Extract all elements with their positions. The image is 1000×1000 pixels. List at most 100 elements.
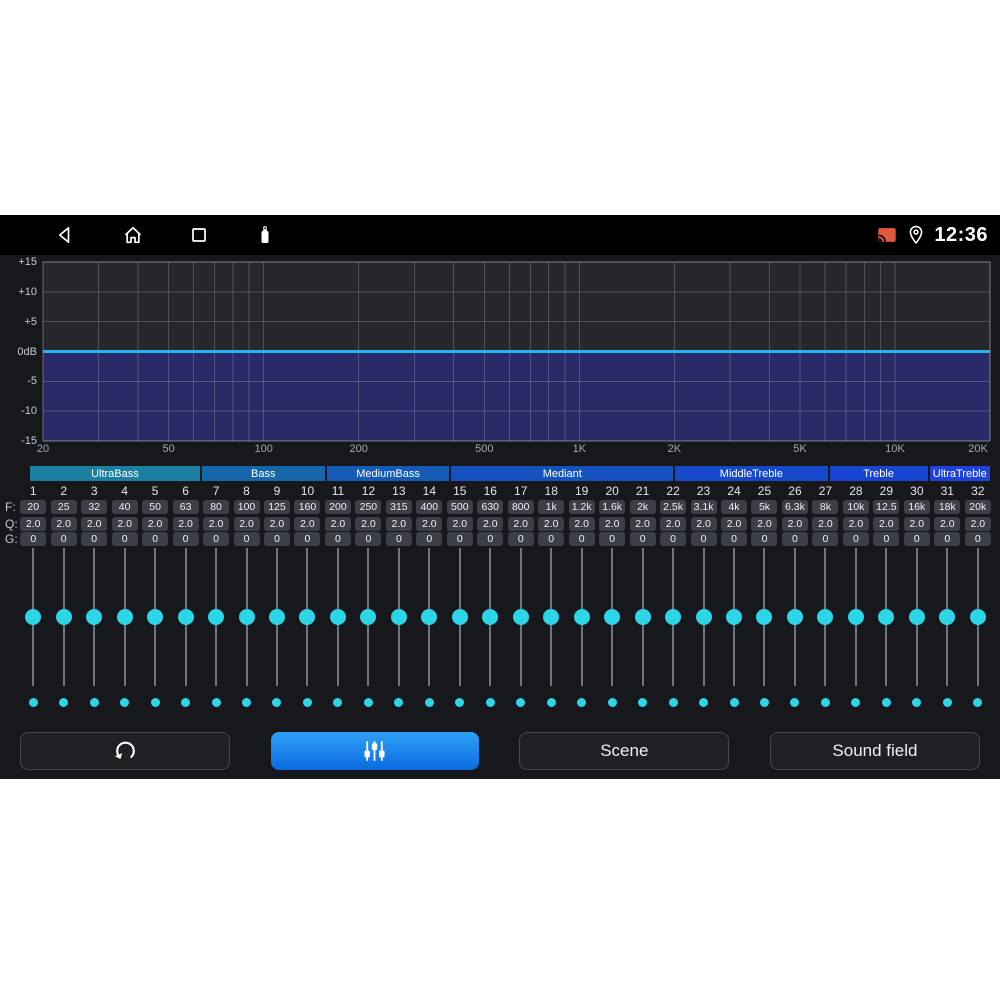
gain-value-chip[interactable]: 0: [385, 532, 412, 546]
freq-value-chip[interactable]: 800: [507, 500, 534, 514]
gain-slider-25[interactable]: [749, 548, 779, 686]
slider-knob[interactable]: [573, 609, 590, 625]
freq-value-chip[interactable]: 6.3k: [781, 500, 808, 514]
slider-knob[interactable]: [421, 609, 438, 625]
q-value-chip[interactable]: 2.0: [385, 517, 412, 531]
slider-knob[interactable]: [390, 609, 407, 625]
q-value-chip[interactable]: 2.0: [721, 517, 748, 531]
gain-value-chip[interactable]: 0: [842, 532, 869, 546]
gain-slider-14[interactable]: [414, 548, 444, 686]
gain-slider-6[interactable]: [170, 548, 200, 686]
gain-slider-4[interactable]: [109, 548, 139, 686]
gain-value-chip[interactable]: 0: [81, 532, 108, 546]
band-middletreble[interactable]: MiddleTreble: [675, 466, 828, 481]
q-value-chip[interactable]: 2.0: [812, 517, 839, 531]
gain-slider-11[interactable]: [323, 548, 353, 686]
q-value-chip[interactable]: 2.0: [660, 517, 687, 531]
freq-value-chip[interactable]: 20: [20, 500, 47, 514]
gain-value-chip[interactable]: 0: [599, 532, 626, 546]
gain-value-chip[interactable]: 0: [538, 532, 565, 546]
gain-slider-24[interactable]: [719, 548, 749, 686]
freq-value-chip[interactable]: 100: [233, 500, 260, 514]
freq-value-chip[interactable]: 12.5: [873, 500, 900, 514]
q-value-chip[interactable]: 2.0: [416, 517, 443, 531]
band-mediumbass[interactable]: MediumBass: [326, 466, 450, 481]
gain-slider-17[interactable]: [506, 548, 536, 686]
gain-value-chip[interactable]: 0: [507, 532, 534, 546]
gain-value-chip[interactable]: 0: [629, 532, 656, 546]
q-value-chip[interactable]: 2.0: [781, 517, 808, 531]
gain-value-chip[interactable]: 0: [111, 532, 138, 546]
slider-knob[interactable]: [756, 609, 773, 625]
gain-value-chip[interactable]: 0: [690, 532, 717, 546]
gain-slider-1[interactable]: [18, 548, 48, 686]
gain-slider-8[interactable]: [231, 548, 261, 686]
freq-value-chip[interactable]: 200: [324, 500, 351, 514]
slider-knob[interactable]: [695, 609, 712, 625]
freq-value-chip[interactable]: 1.2k: [568, 500, 595, 514]
q-value-chip[interactable]: 2.0: [203, 517, 230, 531]
gain-slider-18[interactable]: [536, 548, 566, 686]
equalizer-button[interactable]: [270, 732, 479, 770]
gain-value-chip[interactable]: 0: [416, 532, 443, 546]
freq-value-chip[interactable]: 8k: [812, 500, 839, 514]
q-value-chip[interactable]: 2.0: [842, 517, 869, 531]
gain-value-chip[interactable]: 0: [20, 532, 47, 546]
slider-knob[interactable]: [908, 609, 925, 625]
slider-knob[interactable]: [86, 609, 103, 625]
q-value-chip[interactable]: 2.0: [690, 517, 717, 531]
gain-value-chip[interactable]: 0: [142, 532, 169, 546]
slider-knob[interactable]: [238, 609, 255, 625]
freq-value-chip[interactable]: 1.6k: [599, 500, 626, 514]
q-value-chip[interactable]: 2.0: [538, 517, 565, 531]
freq-value-chip[interactable]: 125: [263, 500, 290, 514]
gain-value-chip[interactable]: 0: [903, 532, 930, 546]
slider-knob[interactable]: [329, 609, 346, 625]
band-bass[interactable]: Bass: [201, 466, 325, 481]
q-value-chip[interactable]: 2.0: [568, 517, 595, 531]
gain-slider-29[interactable]: [871, 548, 901, 686]
q-value-chip[interactable]: 2.0: [294, 517, 321, 531]
freq-value-chip[interactable]: 500: [446, 500, 473, 514]
band-ultrabass[interactable]: UltraBass: [30, 466, 200, 481]
scene-button[interactable]: Scene: [519, 732, 730, 770]
slider-knob[interactable]: [482, 609, 499, 625]
q-value-chip[interactable]: 2.0: [964, 517, 991, 531]
gain-value-chip[interactable]: 0: [660, 532, 687, 546]
slider-knob[interactable]: [604, 609, 621, 625]
q-value-chip[interactable]: 2.0: [507, 517, 534, 531]
q-value-chip[interactable]: 2.0: [477, 517, 504, 531]
freq-value-chip[interactable]: 32: [81, 500, 108, 514]
slider-knob[interactable]: [25, 609, 42, 625]
freq-value-chip[interactable]: 5k: [751, 500, 778, 514]
gain-value-chip[interactable]: 0: [263, 532, 290, 546]
gain-slider-3[interactable]: [79, 548, 109, 686]
gain-slider-5[interactable]: [140, 548, 170, 686]
gain-slider-22[interactable]: [658, 548, 688, 686]
slider-knob[interactable]: [543, 609, 560, 625]
gain-slider-9[interactable]: [262, 548, 292, 686]
gain-slider-21[interactable]: [627, 548, 657, 686]
gain-slider-10[interactable]: [292, 548, 322, 686]
freq-value-chip[interactable]: 18k: [934, 500, 961, 514]
slider-knob[interactable]: [147, 609, 164, 625]
slider-knob[interactable]: [451, 609, 468, 625]
gain-value-chip[interactable]: 0: [203, 532, 230, 546]
q-value-chip[interactable]: 2.0: [263, 517, 290, 531]
slider-knob[interactable]: [634, 609, 651, 625]
slider-knob[interactable]: [299, 609, 316, 625]
freq-value-chip[interactable]: 80: [203, 500, 230, 514]
q-value-chip[interactable]: 2.0: [324, 517, 351, 531]
q-value-chip[interactable]: 2.0: [142, 517, 169, 531]
slider-knob[interactable]: [360, 609, 377, 625]
band-mediant[interactable]: Mediant: [451, 466, 674, 481]
freq-value-chip[interactable]: 25: [50, 500, 77, 514]
gain-slider-7[interactable]: [201, 548, 231, 686]
slider-knob[interactable]: [665, 609, 682, 625]
gain-slider-20[interactable]: [597, 548, 627, 686]
home-button[interactable]: [121, 223, 145, 247]
gain-slider-28[interactable]: [841, 548, 871, 686]
freq-value-chip[interactable]: 2k: [629, 500, 656, 514]
q-value-chip[interactable]: 2.0: [599, 517, 626, 531]
gain-slider-31[interactable]: [932, 548, 962, 686]
